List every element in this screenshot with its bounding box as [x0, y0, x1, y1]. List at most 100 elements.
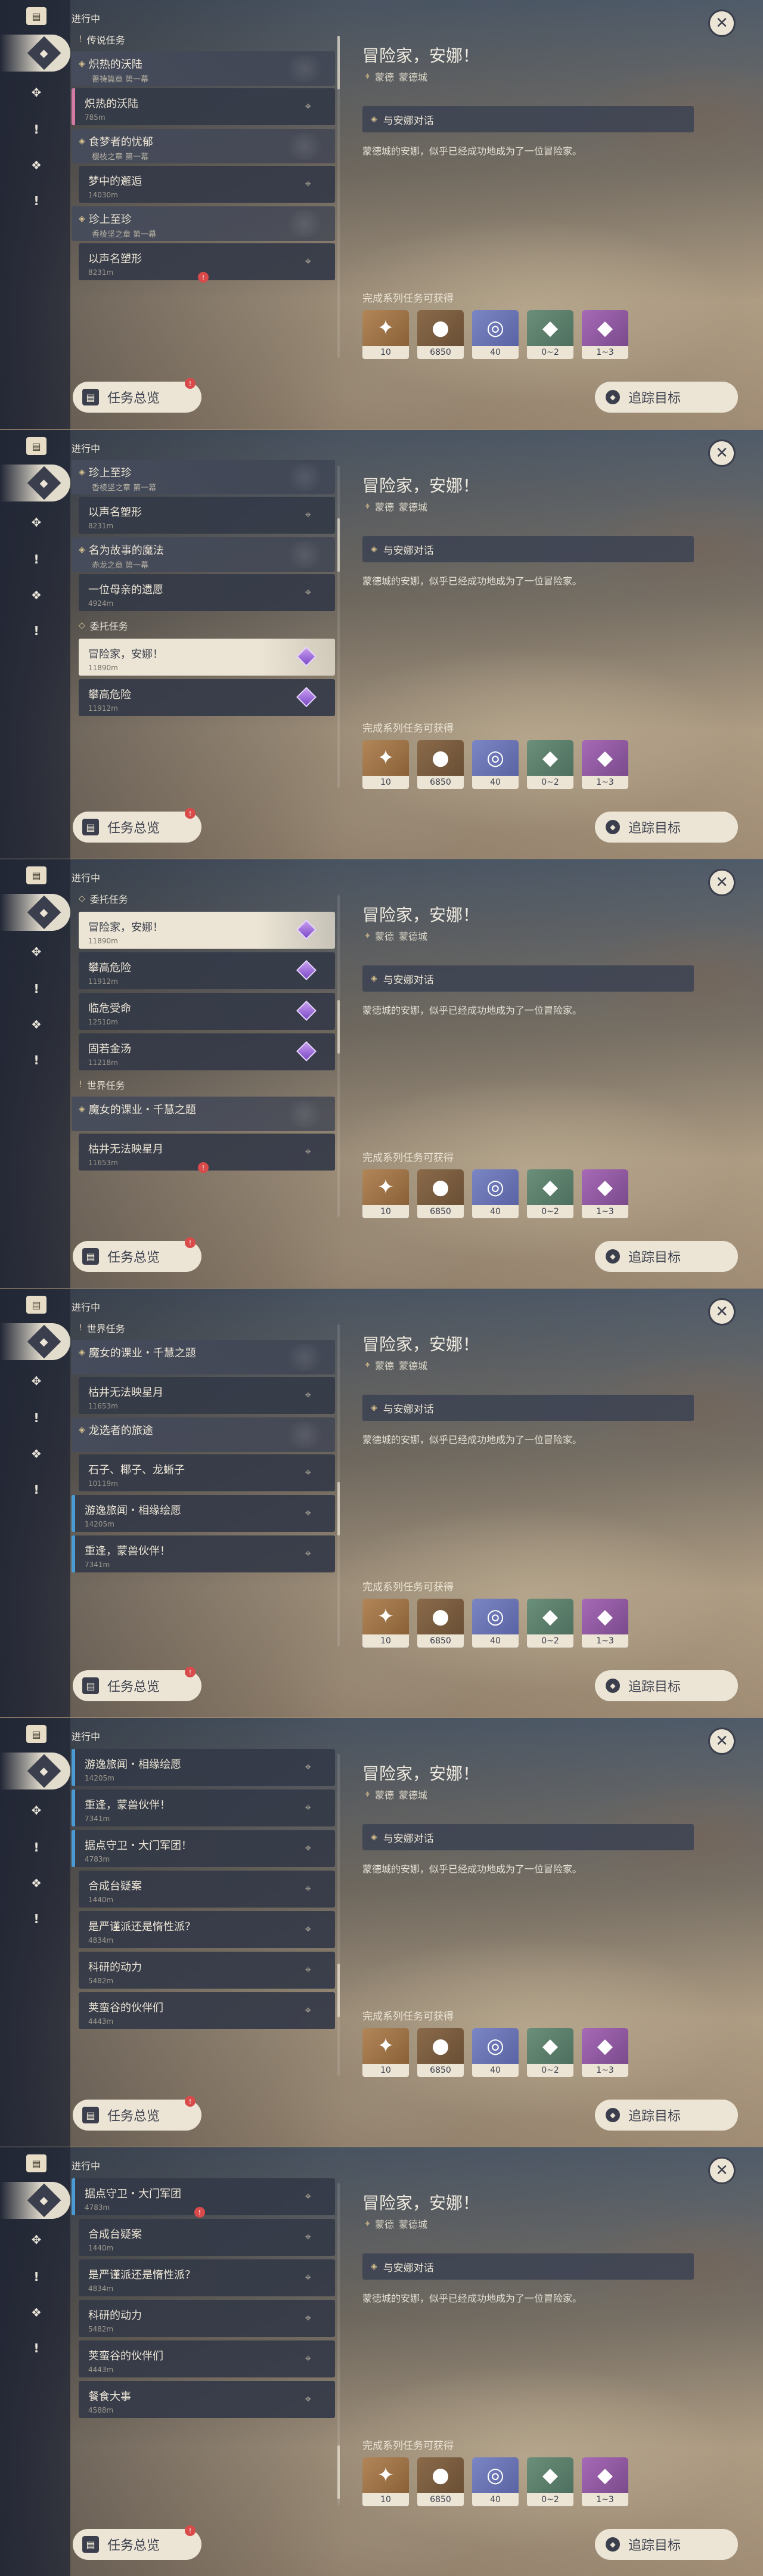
exclamation-icon[interactable]: !	[27, 622, 45, 640]
reward-item-crystal-purple[interactable]: ◆ 1~3	[582, 2028, 628, 2077]
chapter-header[interactable]: ◈ 炽热的沃陆 蔷祷篇章 第一幕	[72, 51, 335, 86]
scrollbar-thumb[interactable]	[337, 36, 340, 89]
book-icon[interactable]: ▤	[26, 7, 46, 25]
rail-tab-diamond[interactable]: ◆	[0, 894, 70, 931]
rail-tab-diamond[interactable]: ◆	[0, 1323, 70, 1360]
reward-item-crystal-green[interactable]: ◆ 0~2	[527, 1599, 573, 1648]
lattice-icon[interactable]: ❖	[27, 1874, 45, 1892]
quest-item[interactable]: 攀高危险 11912m	[79, 952, 335, 989]
location-pin-icon[interactable]: ⌖	[305, 509, 311, 521]
rail-tab-diamond[interactable]: ◆	[0, 465, 70, 501]
quest-item[interactable]: 科研的动力 5482m ⌖	[79, 1952, 335, 1989]
lattice-icon[interactable]: ❖	[27, 1015, 45, 1033]
location-pin-icon[interactable]: ⌖	[305, 586, 311, 599]
reward-item-primogem[interactable]: ✦ 10	[362, 1599, 409, 1648]
book-icon[interactable]: ▤	[26, 1296, 46, 1314]
location-pin-icon[interactable]: ⌖	[305, 1145, 311, 1158]
reward-item-crystal-purple[interactable]: ◆ 1~3	[582, 1169, 628, 1218]
location-pin-icon[interactable]: ⌖	[305, 2271, 311, 2284]
quest-item[interactable]: 合成台疑案 1440m ⌖	[79, 2219, 335, 2256]
quest-overview-button[interactable]: ▤ 任务总览!	[73, 2525, 201, 2560]
quest-item[interactable]: 荚蛮谷的伙伴们 4443m ⌖	[79, 2340, 335, 2377]
location-pin-icon[interactable]: ⌖	[305, 1507, 311, 1519]
exclamation-icon[interactable]: !	[27, 2268, 45, 2286]
chapter-header[interactable]: ◈ 名为故事的魔法 赤龙之章 第一幕	[72, 537, 335, 572]
quest-item[interactable]: 荚蛮谷的伙伴们 4443m ⌖	[79, 1992, 335, 2029]
location-pin-icon[interactable]: ⌖	[305, 1389, 311, 1401]
reward-item-crystal-green[interactable]: ◆ 0~2	[527, 2028, 573, 2077]
location-pin-icon[interactable]: ⌖	[305, 2393, 311, 2405]
quest-item[interactable]: 一位母亲的遗愿 4924m ⌖	[79, 574, 335, 611]
compass-icon[interactable]: ✥	[27, 943, 45, 961]
reward-item-adventure-exp[interactable]: ◎ 40	[472, 310, 519, 359]
exclamation-icon[interactable]: !	[27, 1481, 45, 1498]
reward-item-mora[interactable]: ● 6850	[417, 1169, 464, 1218]
reward-item-mora[interactable]: ● 6850	[417, 2028, 464, 2077]
reward-item-mora[interactable]: ● 6850	[417, 2457, 464, 2506]
chapter-header[interactable]: ◈ 魔女的课业・千慧之题	[72, 1340, 335, 1374]
lattice-icon[interactable]: ❖	[27, 1445, 45, 1463]
exclamation-icon[interactable]: !	[27, 550, 45, 568]
exclamation-icon[interactable]: !	[27, 2339, 45, 2357]
book-icon[interactable]: ▤	[26, 866, 46, 884]
close-icon[interactable]: ✕	[708, 2157, 736, 2184]
quest-item[interactable]: 据点守卫・大门军团 4783m ⌖!	[72, 2178, 335, 2218]
compass-icon[interactable]: ✥	[27, 83, 45, 101]
close-icon[interactable]: ✕	[708, 439, 736, 467]
location-pin-icon[interactable]: ⌖	[305, 2004, 311, 2017]
rail-tab-diamond[interactable]: ◆	[0, 1753, 70, 1789]
chapter-header[interactable]: ◈ 食梦者的忧郁 樱枝之章 第一幕	[72, 129, 335, 163]
quest-item[interactable]: 临危受命 12510m	[79, 993, 335, 1030]
location-pin-icon[interactable]: ⌖	[305, 2231, 311, 2243]
reward-item-primogem[interactable]: ✦ 10	[362, 2028, 409, 2077]
quest-item[interactable]: 合成台疑案 1440m ⌖	[79, 1871, 335, 1908]
book-icon[interactable]: ▤	[26, 437, 46, 455]
quest-overview-button[interactable]: ▤ 任务总览!	[73, 808, 201, 843]
compass-icon[interactable]: ✥	[27, 1372, 45, 1390]
exclamation-icon[interactable]: !	[27, 1838, 45, 1856]
exclamation-icon[interactable]: !	[27, 980, 45, 998]
exclamation-icon[interactable]: !	[27, 120, 45, 138]
scrollbar-thumb[interactable]	[337, 1482, 340, 1535]
close-icon[interactable]: ✕	[708, 10, 736, 37]
book-icon[interactable]: ▤	[26, 1725, 46, 1743]
quest-item[interactable]: 重逢，蒙兽伙伴！ 7341m ⌖	[72, 1789, 335, 1826]
location-pin-icon[interactable]: ⌖	[305, 178, 311, 190]
track-target-button[interactable]: ◆ 追踪目标	[595, 382, 738, 413]
chapter-header[interactable]: ◈ 珍上至珍 香棱坚之章 第一幕	[72, 206, 335, 241]
lattice-icon[interactable]: ❖	[27, 156, 45, 174]
location-pin-icon[interactable]: ⌖	[305, 1761, 311, 1773]
rail-tab-diamond[interactable]: ◆	[0, 35, 70, 72]
exclamation-icon[interactable]: !	[27, 1910, 45, 1928]
location-pin-icon[interactable]: ⌖	[305, 255, 311, 268]
compass-icon[interactable]: ✥	[27, 2231, 45, 2249]
list-scrollbar[interactable]	[337, 1754, 340, 2076]
reward-item-adventure-exp[interactable]: ◎ 40	[472, 2028, 519, 2077]
location-pin-icon[interactable]: ⌖	[305, 1547, 311, 1560]
location-pin-icon[interactable]: ⌖	[305, 2312, 311, 2324]
reward-item-primogem[interactable]: ✦ 10	[362, 1169, 409, 1218]
lattice-icon[interactable]: ❖	[27, 586, 45, 604]
scrollbar-thumb[interactable]	[337, 1964, 340, 2017]
compass-icon[interactable]: ✥	[27, 1801, 45, 1819]
quest-item[interactable]: 科研的动力 5482m ⌖	[79, 2300, 335, 2337]
quest-item[interactable]: 餐食大事 4588m ⌖	[79, 2381, 335, 2418]
exclamation-icon[interactable]: !	[27, 1409, 45, 1427]
reward-item-mora[interactable]: ● 6850	[417, 1599, 464, 1648]
quest-item[interactable]: 游逸旅闻・相缘绘愿 14205m ⌖	[72, 1749, 335, 1786]
quest-item[interactable]: 枯井无法映星月 11653m ⌖!	[79, 1134, 335, 1173]
reward-item-adventure-exp[interactable]: ◎ 40	[472, 740, 519, 789]
reward-item-crystal-purple[interactable]: ◆ 1~3	[582, 310, 628, 359]
reward-item-primogem[interactable]: ✦ 10	[362, 2457, 409, 2506]
location-pin-icon[interactable]: ⌖	[305, 1466, 311, 1479]
quest-overview-button[interactable]: ▤ 任务总览!	[73, 1237, 201, 1272]
quest-item[interactable]: 以声名塑形 8231m ⌖	[79, 497, 335, 534]
reward-item-adventure-exp[interactable]: ◎ 40	[472, 1599, 519, 1648]
reward-item-crystal-purple[interactable]: ◆ 1~3	[582, 740, 628, 789]
quest-item[interactable]: 游逸旅闻・相缘绘愿 14205m ⌖	[72, 1495, 335, 1532]
list-scrollbar[interactable]	[337, 466, 340, 788]
reward-item-primogem[interactable]: ✦ 10	[362, 310, 409, 359]
location-pin-icon[interactable]: ⌖	[305, 1883, 311, 1895]
chapter-header[interactable]: ◈ 龙选者的旅途	[72, 1417, 335, 1452]
location-pin-icon[interactable]: ⌖	[305, 1923, 311, 1936]
